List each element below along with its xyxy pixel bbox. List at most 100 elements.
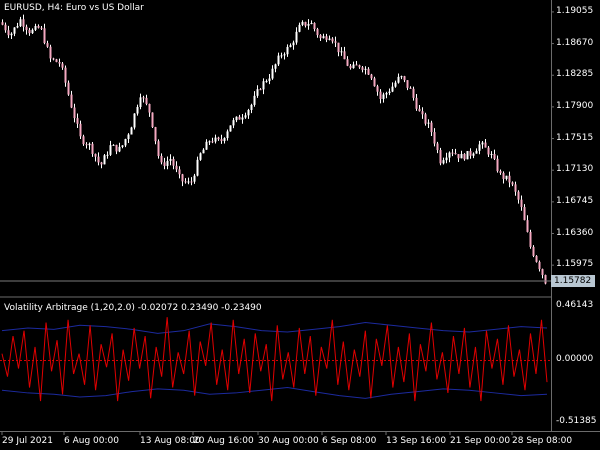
- candle-body: [337, 42, 340, 53]
- candle-body: [262, 81, 265, 90]
- candle-body: [415, 97, 418, 109]
- candle-body: [16, 26, 19, 28]
- candle-body: [505, 175, 508, 179]
- candle-body: [298, 24, 301, 32]
- candle-body: [286, 46, 289, 55]
- candle-body: [259, 89, 262, 91]
- candle-body: [238, 116, 241, 120]
- time-tick-label: 21 Sep 00:00: [450, 436, 511, 446]
- candle-body: [4, 24, 7, 31]
- candle-body: [229, 125, 232, 132]
- candle-body: [7, 30, 10, 36]
- candle-body: [64, 67, 67, 83]
- candle-body: [292, 42, 295, 46]
- candle-body: [148, 103, 151, 113]
- candle-body: [49, 46, 52, 59]
- candle-body: [379, 91, 382, 99]
- candle-body: [265, 81, 268, 83]
- candle-body: [526, 220, 529, 232]
- candle-body: [511, 182, 514, 185]
- candle-body: [493, 153, 496, 159]
- candle-body: [211, 141, 214, 143]
- candle-body: [520, 199, 523, 208]
- candle-body: [79, 123, 82, 137]
- candle-body: [403, 76, 406, 81]
- candle-body: [103, 155, 106, 165]
- time-tick-label: 28 Sep 08:00: [512, 436, 573, 446]
- candle-body: [280, 55, 283, 57]
- candle-body: [250, 104, 253, 111]
- lower-band-line: [1, 387, 548, 399]
- time-tick-label: 30 Aug 00:00: [258, 436, 319, 446]
- candle-body: [517, 191, 520, 200]
- candle-body: [412, 88, 415, 98]
- candle-body: [385, 93, 388, 95]
- candle-body: [199, 153, 202, 160]
- candle-body: [370, 74, 373, 79]
- candle-body: [361, 67, 364, 70]
- candle-body: [289, 45, 292, 47]
- candle-body: [67, 82, 70, 95]
- candle-body: [58, 62, 61, 64]
- candle-body: [235, 116, 238, 121]
- candle-body: [196, 159, 199, 176]
- candle-body: [331, 38, 334, 42]
- candle-body: [451, 152, 454, 154]
- time-tick-label: 20 Aug 16:00: [193, 436, 254, 446]
- candle-body: [247, 110, 250, 116]
- chart-title: EURUSD, H4: Euro vs US Dollar: [4, 3, 144, 13]
- candle-body: [307, 23, 310, 26]
- candle-body: [439, 150, 442, 164]
- candle-body: [136, 106, 139, 114]
- candle-body: [397, 76, 400, 83]
- candle-body: [193, 175, 196, 182]
- candle-body: [139, 97, 142, 107]
- candle-body: [133, 113, 136, 128]
- candle-body: [310, 22, 313, 24]
- candle-body: [208, 141, 211, 143]
- candle-body: [55, 59, 58, 63]
- candle-body: [400, 76, 403, 78]
- candle-body: [529, 231, 532, 247]
- candle-body: [457, 154, 460, 159]
- price-tick-label: 1.16745: [556, 195, 594, 206]
- candle-body: [85, 144, 88, 146]
- candle-body: [256, 89, 259, 96]
- candle-body: [175, 165, 178, 170]
- candle-body: [127, 134, 130, 140]
- candle-body: [151, 112, 154, 128]
- indicator-tick-label: 0.46143: [556, 300, 594, 310]
- candle-body: [346, 59, 349, 66]
- candle-body: [181, 174, 184, 182]
- candle-body: [301, 21, 304, 25]
- candle-body: [25, 26, 28, 30]
- candle-body: [394, 82, 397, 87]
- candle-body: [160, 156, 163, 163]
- candle-body: [523, 207, 526, 221]
- candle-body: [19, 19, 22, 27]
- candle-body: [502, 172, 505, 179]
- candle-body: [184, 181, 187, 183]
- candle-body: [40, 27, 43, 29]
- candle-body: [100, 162, 103, 165]
- candle-body: [430, 122, 433, 133]
- candle-body: [28, 29, 31, 34]
- candle-body: [223, 138, 226, 142]
- candle-body: [43, 28, 46, 44]
- candle-body: [460, 153, 463, 159]
- candle-body: [409, 87, 412, 89]
- candle-body: [487, 147, 490, 155]
- candle-body: [22, 19, 25, 27]
- candle-body: [94, 153, 97, 157]
- candle-body: [472, 153, 475, 156]
- candle-body: [37, 26, 40, 28]
- candle-body: [232, 120, 235, 126]
- candle-body: [268, 78, 271, 82]
- candle-body: [406, 80, 409, 88]
- candle-body: [34, 26, 37, 30]
- price-tick-label: 1.19055: [556, 5, 594, 16]
- candle-body: [70, 94, 73, 108]
- candle-body: [82, 136, 85, 145]
- time-tick-label: 13 Aug 08:00: [140, 436, 201, 446]
- candle-body: [535, 255, 538, 262]
